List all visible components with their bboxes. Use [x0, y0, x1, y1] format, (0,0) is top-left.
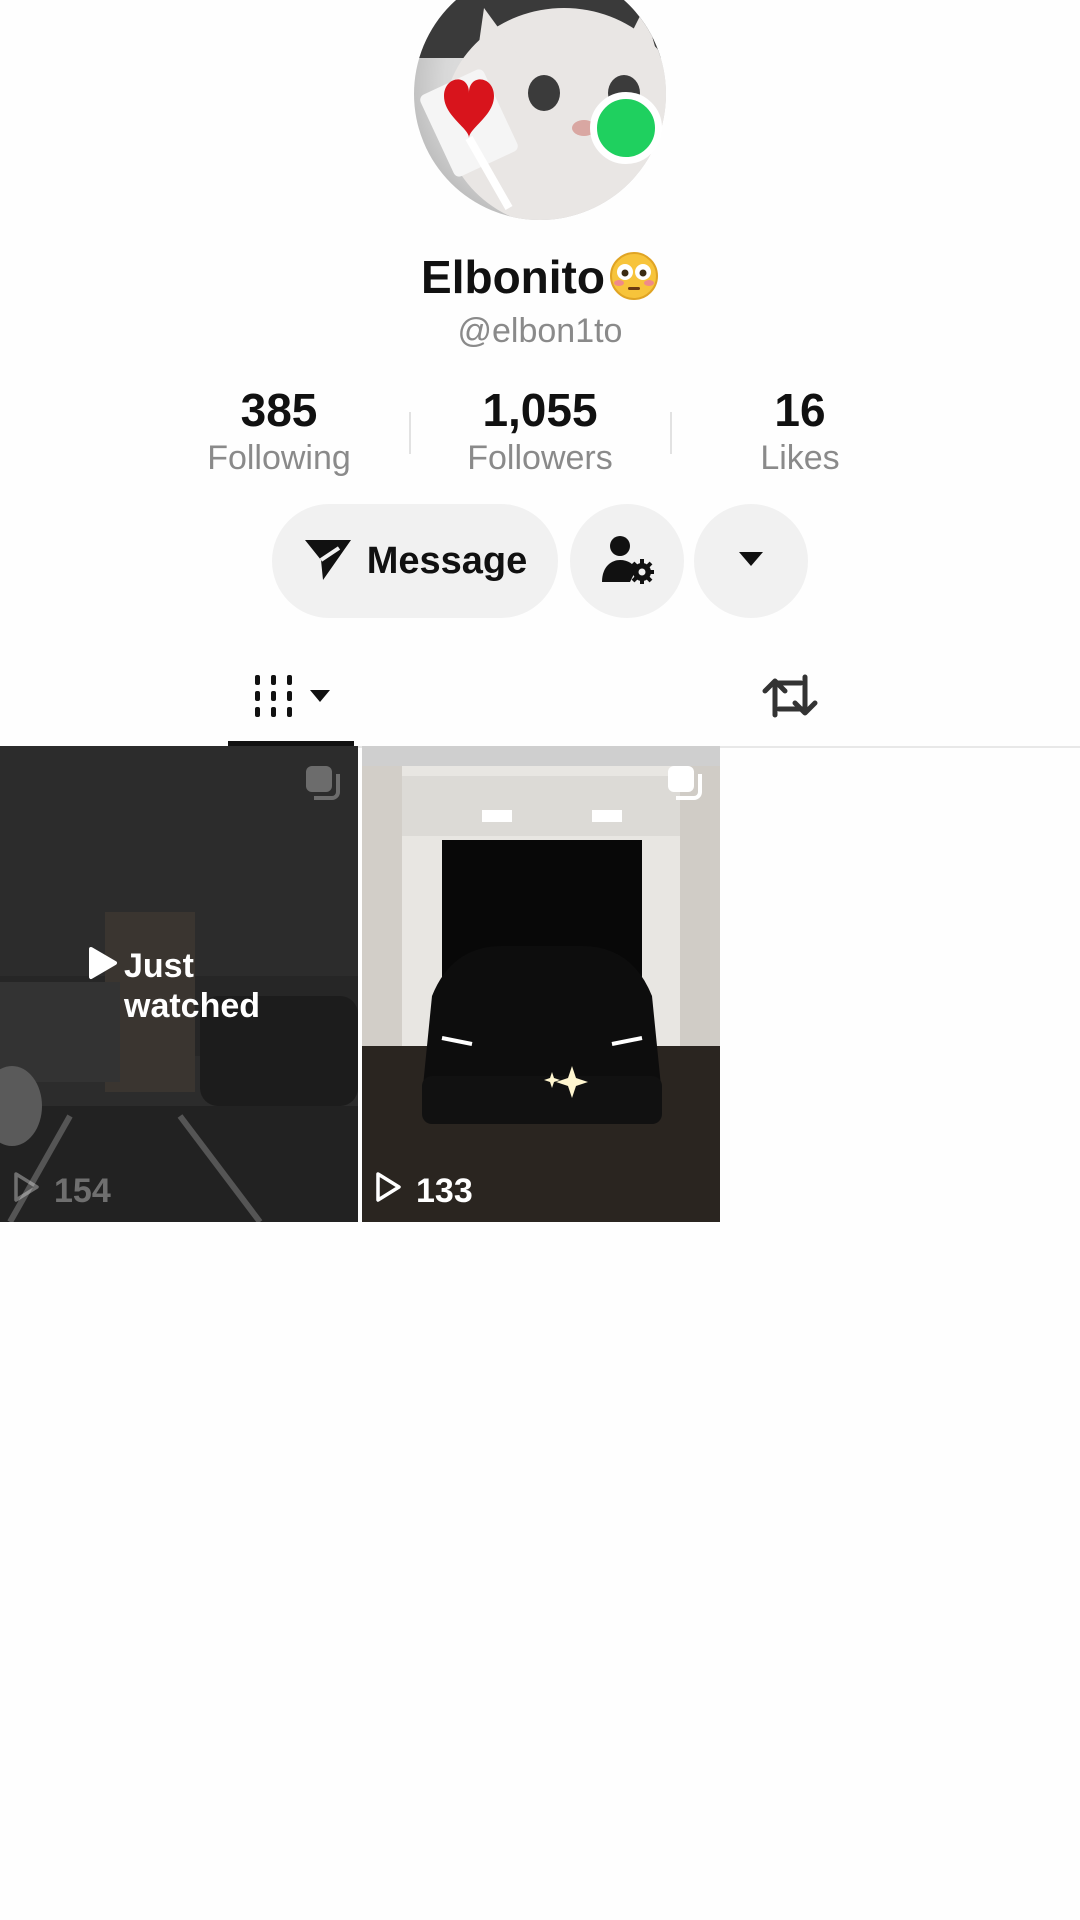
- stat-divider: [670, 412, 672, 454]
- play-outline-icon: [374, 1171, 402, 1212]
- profile-page: Elbonito @elbon1to 385 Following 1,055 F…: [0, 0, 1080, 1920]
- flushed-face-icon: [609, 251, 659, 312]
- multi-photo-icon: [666, 764, 704, 807]
- just-watched-overlay: Just watched: [88, 946, 294, 1026]
- content-tabs: [0, 650, 1080, 748]
- more-options-button[interactable]: [694, 504, 808, 618]
- followers-count: 1,055: [482, 384, 598, 436]
- view-count: 133: [374, 1171, 473, 1212]
- video-thumbnail: [362, 746, 720, 1222]
- profile-actions: Message: [0, 504, 1080, 618]
- avatar-container[interactable]: [414, 0, 666, 220]
- message-button-label: Message: [366, 539, 528, 582]
- following-label: Following: [207, 439, 351, 477]
- followers-label: Followers: [467, 439, 613, 477]
- person-settings-icon: [600, 534, 655, 589]
- play-icon: [88, 946, 118, 989]
- view-count-value: 133: [416, 1172, 473, 1210]
- just-watched-label: Just watched: [124, 947, 261, 1025]
- tab-dropdown-icon: [309, 689, 331, 708]
- repost-icon: [761, 671, 819, 726]
- view-count-value: 154: [54, 1172, 111, 1210]
- likes-count: 16: [774, 384, 826, 436]
- video-tile[interactable]: 133: [362, 746, 720, 1222]
- online-status-dot: [590, 92, 662, 164]
- profile-stats: 385 Following 1,055 Followers 16 Likes: [0, 382, 1080, 482]
- display-name: Elbonito: [0, 250, 1080, 312]
- tab-reposts[interactable]: [740, 650, 840, 746]
- send-icon: [303, 536, 353, 587]
- multi-photo-icon: [304, 764, 342, 807]
- friend-settings-button[interactable]: [570, 504, 684, 618]
- tab-videos[interactable]: [228, 650, 354, 746]
- stat-divider: [409, 412, 411, 454]
- caret-down-icon: [738, 551, 764, 572]
- following-count: 385: [240, 384, 318, 436]
- username: @elbon1to: [457, 312, 623, 350]
- stat-followers[interactable]: 1,055 Followers: [420, 382, 660, 478]
- message-button[interactable]: Message: [272, 504, 558, 618]
- grid-lines-icon: [251, 673, 297, 724]
- video-tile[interactable]: Just watched 154: [0, 746, 358, 1222]
- stat-following[interactable]: 385 Following: [159, 382, 399, 478]
- likes-label: Likes: [760, 439, 840, 477]
- display-name-text: Elbonito: [421, 251, 605, 303]
- stat-likes: 16 Likes: [680, 382, 920, 478]
- play-outline-icon: [12, 1171, 40, 1212]
- view-count: 154: [12, 1171, 111, 1212]
